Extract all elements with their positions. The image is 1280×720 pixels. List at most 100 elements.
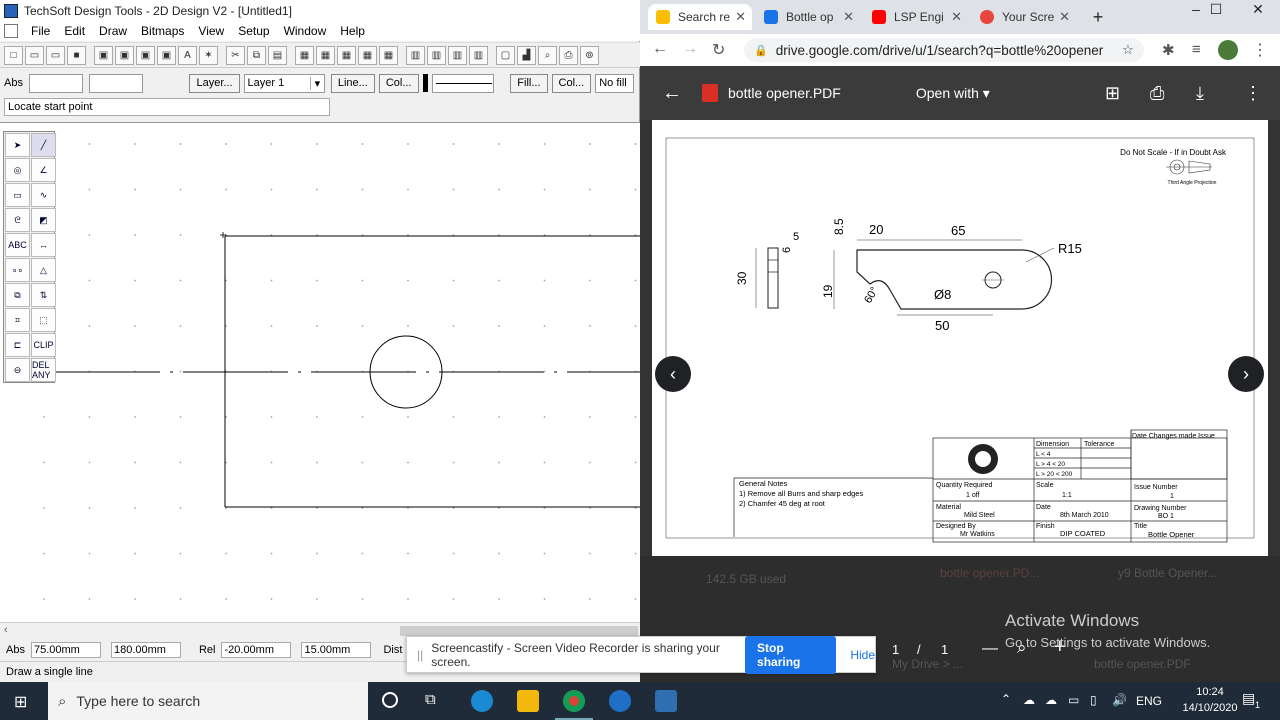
extensions-icon[interactable]: ✱	[1162, 41, 1175, 59]
reading-list-icon[interactable]: ≡	[1192, 41, 1201, 58]
avatar[interactable]	[1218, 40, 1238, 60]
copy-tool-icon[interactable]: ⧉	[5, 283, 30, 307]
clock-time[interactable]: 10:24	[1180, 686, 1240, 698]
layer-icon[interactable]: ▥	[406, 45, 425, 65]
cut-icon[interactable]: ✂	[226, 45, 245, 65]
tool-icon[interactable]: ✶	[199, 45, 218, 65]
in-out-tool-icon[interactable]: ⊖	[5, 358, 30, 382]
zoom-out-icon[interactable]: —	[982, 640, 998, 658]
open-folder-icon[interactable]: ▭	[25, 45, 44, 65]
hide-button[interactable]: Hide	[850, 648, 875, 662]
layer-icon[interactable]: ▥	[469, 45, 488, 65]
open-with-button[interactable]: Open with ▾	[916, 85, 990, 102]
prev-page-button[interactable]: ‹	[655, 356, 691, 392]
grid-icon[interactable]: ▦	[379, 45, 398, 65]
tool-icon[interactable]: ▣	[115, 45, 134, 65]
layer-button[interactable]: Layer...	[189, 73, 240, 93]
battery-icon[interactable]: ▭	[1068, 693, 1079, 707]
clip-tool-icon[interactable]: CLIP	[31, 333, 56, 357]
open-icon[interactable]: ▭	[46, 45, 65, 65]
print-icon[interactable]: ⎙	[559, 45, 578, 65]
taskbar-search-box[interactable]: ⌕ Type here to search	[48, 682, 368, 720]
onedrive-icon[interactable]: ☁	[1023, 693, 1035, 707]
chrome-icon[interactable]	[563, 690, 585, 712]
tool-icon[interactable]: ▣	[136, 45, 155, 65]
polyline-tool-icon[interactable]: ⊏	[5, 333, 30, 357]
save-icon[interactable]: ■	[67, 45, 86, 65]
close-icon[interactable]: ✕	[843, 9, 854, 25]
forward-icon[interactable]: →	[682, 40, 698, 58]
stop-sharing-button[interactable]: Stop sharing	[745, 635, 837, 674]
menu-edit[interactable]: Edit	[57, 24, 92, 38]
cloud-icon[interactable]: ☁	[1045, 693, 1057, 707]
grid-icon[interactable]: ▦	[358, 45, 377, 65]
text-tool-icon[interactable]: A	[178, 45, 197, 65]
add-to-drive-icon[interactable]: ⊞	[1105, 83, 1120, 104]
paste-icon[interactable]: ▤	[268, 45, 287, 65]
cortana-icon[interactable]	[382, 692, 398, 708]
snap-tool-icon[interactable]: ⌗	[5, 308, 30, 332]
reload-icon[interactable]: ↻	[712, 40, 725, 60]
menu-icon[interactable]: ⋮	[1252, 40, 1268, 60]
grid-icon[interactable]: ▦	[337, 45, 356, 65]
task-view-icon[interactable]: ⧉	[425, 691, 436, 708]
layer-icon[interactable]: ▥	[427, 45, 446, 65]
address-bar[interactable]: 🔒 drive.google.com/drive/u/1/search?q=bo…	[744, 38, 1144, 62]
mirror-tool-icon[interactable]: ⇅	[31, 283, 56, 307]
clock-date[interactable]: 14/10/2020	[1180, 702, 1240, 714]
tool-icon[interactable]: ▣	[157, 45, 176, 65]
bookmark-star-icon[interactable]: ☆	[1122, 42, 1134, 58]
document-icon[interactable]	[4, 24, 18, 38]
menu-view[interactable]: View	[191, 24, 231, 38]
close-icon[interactable]: ✕	[951, 9, 962, 25]
eraser-tool-icon[interactable]: ⬚	[31, 308, 56, 332]
line-tool-icon[interactable]: ╱	[31, 133, 56, 157]
notification-icon[interactable]: ▤	[1242, 690, 1255, 707]
zoom-icon[interactable]: ▟	[517, 45, 536, 65]
select-arrow-icon[interactable]: ➤	[5, 133, 30, 157]
edge-icon[interactable]	[471, 690, 493, 712]
fill-color-button[interactable]: Col...	[551, 73, 592, 93]
spiral-tool-icon[interactable]: ᘓ	[5, 208, 30, 232]
menu-window[interactable]: Window	[277, 24, 334, 38]
menu-draw[interactable]: Draw	[92, 24, 134, 38]
maximize-icon[interactable]: ☐	[1196, 0, 1236, 18]
internet-explorer-icon[interactable]	[609, 690, 631, 712]
fill-button[interactable]: Fill...	[510, 73, 548, 93]
angle-line-tool-icon[interactable]: ∠	[31, 158, 56, 182]
curve-tool-icon[interactable]: ∿	[31, 183, 56, 207]
copy-icon[interactable]: ⧉	[247, 45, 266, 65]
magnify-icon[interactable]: ⌕	[538, 45, 557, 65]
circle-tool-icon[interactable]: ◎	[5, 158, 30, 182]
plot-icon[interactable]: ⊚	[580, 45, 599, 65]
menu-file[interactable]: File	[24, 24, 57, 38]
network-icon[interactable]: ▯	[1090, 693, 1097, 707]
abs-x-field[interactable]	[28, 73, 84, 93]
tab-your-screencasts[interactable]: Your Scre ✕	[972, 4, 1076, 30]
back-icon[interactable]: ←	[652, 40, 668, 58]
layer-select[interactable]: Layer 1 ▾	[243, 73, 325, 93]
tab-search-results[interactable]: Search re ✕	[648, 4, 752, 30]
windows-start-icon[interactable]: ⊞	[14, 692, 27, 712]
close-icon[interactable]: ✕	[1059, 9, 1070, 25]
select-icon[interactable]: ▦	[295, 45, 314, 65]
2d-design-icon[interactable]	[655, 690, 677, 712]
volume-icon[interactable]: 🔊	[1112, 693, 1127, 707]
scrollbar-thumb[interactable]	[400, 626, 638, 636]
next-page-button[interactable]: ›	[1228, 356, 1264, 392]
tool-icon[interactable]: ▣	[94, 45, 113, 65]
hatch-tool-icon[interactable]: ◩	[31, 208, 56, 232]
window-close-icon[interactable]: ✕	[1238, 0, 1278, 18]
rectangle-tool-icon[interactable]: ▭	[5, 183, 30, 207]
line-color-button[interactable]: Col...	[378, 73, 419, 93]
new-tab-icon[interactable]: +	[1078, 8, 1118, 26]
menu-setup[interactable]: Setup	[231, 24, 276, 38]
back-arrow-icon[interactable]: ←	[662, 82, 682, 105]
triangle-tool-icon[interactable]: △	[31, 258, 56, 282]
scroll-left-icon[interactable]: ‹	[4, 624, 8, 636]
delete-any-tool-icon[interactable]: DEL ANY	[31, 358, 56, 382]
chevron-down-icon[interactable]: ▾	[309, 76, 324, 90]
language-indicator[interactable]: ENG	[1136, 694, 1162, 708]
print-icon[interactable]: ⎙	[1150, 83, 1164, 104]
abs-y-field[interactable]	[89, 73, 144, 93]
